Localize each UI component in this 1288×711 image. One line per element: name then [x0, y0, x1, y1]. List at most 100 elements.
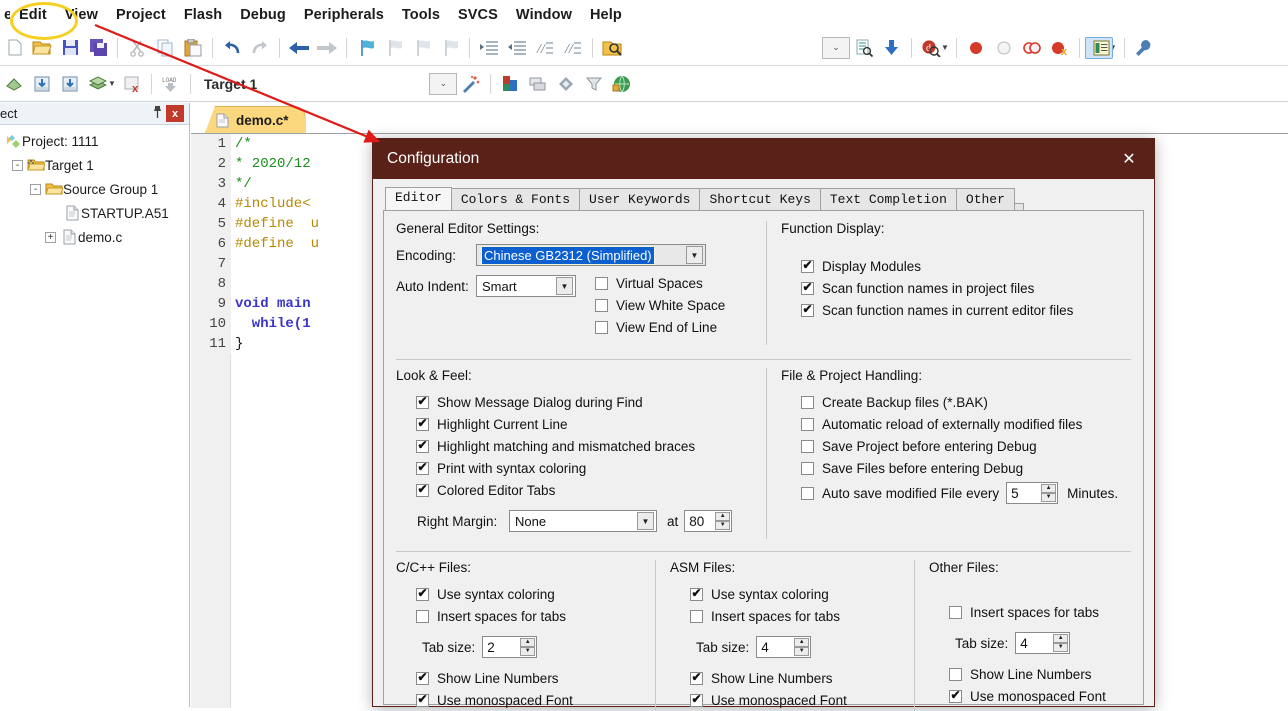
tab-text-completion[interactable]: Text Completion [819, 188, 957, 211]
stepper-buttons[interactable]: ▲ ▼ [1053, 634, 1069, 652]
view-white-space-checkbox[interactable] [595, 298, 608, 312]
checkbox-row-other-show-line-numbers[interactable]: Show Line Numbers [949, 663, 1131, 685]
components-icon[interactable] [552, 70, 580, 98]
tree-item-target[interactable]: - Target 1 [0, 153, 189, 177]
save-files-before-debug-checkbox[interactable] [801, 461, 814, 475]
close-icon[interactable]: x [166, 105, 184, 122]
menu-item-svcs[interactable]: SVCS [449, 5, 507, 25]
display-modules-checkbox[interactable]: ✔ [801, 259, 814, 273]
asm-use-monospaced-font-checkbox[interactable]: ✔ [690, 693, 703, 707]
configuration-wrench-icon[interactable] [1130, 34, 1158, 62]
bookmark-toggle-icon[interactable] [352, 34, 380, 62]
automatic-reload-checkbox[interactable] [801, 417, 814, 431]
tree-item-source-group[interactable]: - Source Group 1 [0, 177, 189, 201]
stepper-up-icon[interactable]: ▲ [1041, 484, 1057, 493]
checkbox-row-asm-show-line-numbers[interactable]: ✔ Show Line Numbers [690, 667, 900, 689]
expander-icon[interactable]: + [45, 231, 56, 243]
expander-icon[interactable]: - [12, 159, 23, 171]
tab-user-keywords[interactable]: User Keywords [579, 188, 701, 211]
stepper-buttons[interactable]: ▲ ▼ [794, 638, 810, 656]
stepper-down-icon[interactable]: ▼ [794, 647, 810, 656]
checkbox-row-c-insert-spaces[interactable]: Insert spaces for tabs [416, 605, 641, 627]
manage-project-items-icon[interactable] [496, 70, 524, 98]
highlight-braces-checkbox[interactable]: ✔ [416, 439, 429, 453]
create-backup-files-checkbox[interactable] [801, 395, 814, 409]
checkbox-row-other-insert-spaces[interactable]: Insert spaces for tabs [949, 601, 1131, 623]
manage-multi-project-icon[interactable] [524, 70, 552, 98]
scan-editor-files-checkbox[interactable]: ✔ [801, 303, 814, 317]
right-margin-column-stepper[interactable]: 80 ▲ ▼ [684, 510, 733, 532]
menu-item-help[interactable]: Help [581, 5, 631, 25]
encoding-select[interactable]: Chinese GB2312 (Simplified) ▼ [476, 244, 706, 266]
stepper-down-icon[interactable]: ▼ [1053, 643, 1069, 652]
asm-show-line-numbers-checkbox[interactable]: ✔ [690, 671, 703, 685]
other-tab-size-stepper[interactable]: 4 ▲ ▼ [1015, 632, 1071, 654]
build-icon[interactable] [28, 70, 56, 98]
filter-icon[interactable] [580, 70, 608, 98]
checkbox-row-c-monospaced-font[interactable]: ✔ Use monospaced Font [416, 689, 641, 711]
close-icon[interactable]: ✕ [1114, 149, 1144, 169]
checkbox-row-scan-project-files[interactable]: ✔ Scan function names in project files [801, 277, 1131, 299]
asm-use-syntax-coloring-checkbox[interactable]: ✔ [690, 587, 703, 601]
show-message-dialog-checkbox[interactable]: ✔ [416, 395, 429, 409]
other-show-line-numbers-checkbox[interactable] [949, 667, 962, 681]
checkbox-row-print-syntax-coloring[interactable]: ✔ Print with syntax coloring [416, 457, 766, 479]
auto-save-minutes-stepper[interactable]: 5 ▲ ▼ [1006, 482, 1059, 504]
right-margin-select[interactable]: None ▼ [509, 510, 657, 532]
checkbox-row-view-white-space[interactable]: View White Space [595, 294, 725, 316]
other-use-monospaced-font-checkbox[interactable]: ✔ [949, 689, 962, 703]
checkbox-row-create-backup-files[interactable]: Create Backup files (*.BAK) [801, 391, 1131, 413]
bookmark-prev-icon[interactable] [380, 34, 408, 62]
new-file-icon[interactable] [0, 34, 28, 62]
breakpoint-kill-all-icon[interactable]: x [1046, 34, 1074, 62]
stepper-up-icon[interactable]: ▲ [520, 638, 536, 647]
indent-icon[interactable] [475, 34, 503, 62]
paste-icon[interactable] [179, 34, 207, 62]
asm-insert-spaces-checkbox[interactable] [690, 609, 703, 623]
chevron-down-icon[interactable]: ▼ [556, 277, 573, 295]
find-in-files-icon[interactable] [598, 34, 626, 62]
chevron-down-icon[interactable]: ▼ [686, 246, 703, 264]
comment-icon[interactable]: // [531, 34, 559, 62]
rebuild-icon[interactable] [56, 70, 84, 98]
stepper-down-icon[interactable]: ▼ [520, 647, 536, 656]
stepper-up-icon[interactable]: ▲ [794, 638, 810, 647]
checkbox-row-show-message-dialog[interactable]: ✔ Show Message Dialog during Find [416, 391, 766, 413]
breakpoint-disable-icon[interactable] [990, 34, 1018, 62]
tree-item-demo-c[interactable]: + demo.c [0, 225, 189, 249]
project-window-icon[interactable] [1084, 36, 1113, 59]
checkbox-row-c-show-line-numbers[interactable]: ✔ Show Line Numbers [416, 667, 641, 689]
download-load-icon[interactable]: LOAD [157, 70, 185, 98]
target-options-magic-icon[interactable] [457, 70, 485, 98]
batch-build-icon[interactable] [84, 70, 112, 98]
undo-icon[interactable] [218, 34, 246, 62]
breakpoint-disable-all-icon[interactable] [1018, 34, 1046, 62]
tree-item-startup-a51[interactable]: STARTUP.A51 [0, 201, 189, 225]
c-insert-spaces-checkbox[interactable] [416, 609, 429, 623]
checkbox-row-colored-editor-tabs[interactable]: ✔ Colored Editor Tabs [416, 479, 766, 501]
checkbox-row-save-files-before-debug[interactable]: Save Files before entering Debug [801, 457, 1131, 479]
view-end-of-line-checkbox[interactable] [595, 320, 608, 334]
other-insert-spaces-checkbox[interactable] [949, 605, 962, 619]
navigate-forward-icon[interactable] [313, 34, 341, 62]
checkbox-row-highlight-braces[interactable]: ✔ Highlight matching and mismatched brac… [416, 435, 766, 457]
c-use-syntax-coloring-checkbox[interactable]: ✔ [416, 587, 429, 601]
stepper-down-icon[interactable]: ▼ [1041, 493, 1057, 502]
c-show-line-numbers-checkbox[interactable]: ✔ [416, 671, 429, 685]
menu-item-debug[interactable]: Debug [231, 5, 295, 25]
debug-session-icon[interactable]: d [917, 34, 945, 62]
scan-project-files-checkbox[interactable]: ✔ [801, 281, 814, 295]
checkbox-row-highlight-current-line[interactable]: ✔ Highlight Current Line [416, 413, 766, 435]
target-select-combo[interactable]: ⌄ [429, 70, 458, 98]
stop-build-icon[interactable]: x [118, 70, 146, 98]
pin-icon[interactable] [148, 105, 166, 122]
save-project-before-debug-checkbox[interactable] [801, 439, 814, 453]
outdent-icon[interactable] [503, 34, 531, 62]
tab-colors-and-fonts[interactable]: Colors & Fonts [450, 188, 581, 211]
pack-installer-icon[interactable] [608, 70, 636, 98]
tab-editor[interactable]: Editor [385, 187, 452, 211]
stepper-up-icon[interactable]: ▲ [715, 512, 731, 521]
menu-item-view[interactable]: View [56, 5, 107, 25]
checkbox-row-scan-editor-files[interactable]: ✔ Scan function names in current editor … [801, 299, 1131, 321]
menu-item-window[interactable]: Window [507, 5, 581, 25]
